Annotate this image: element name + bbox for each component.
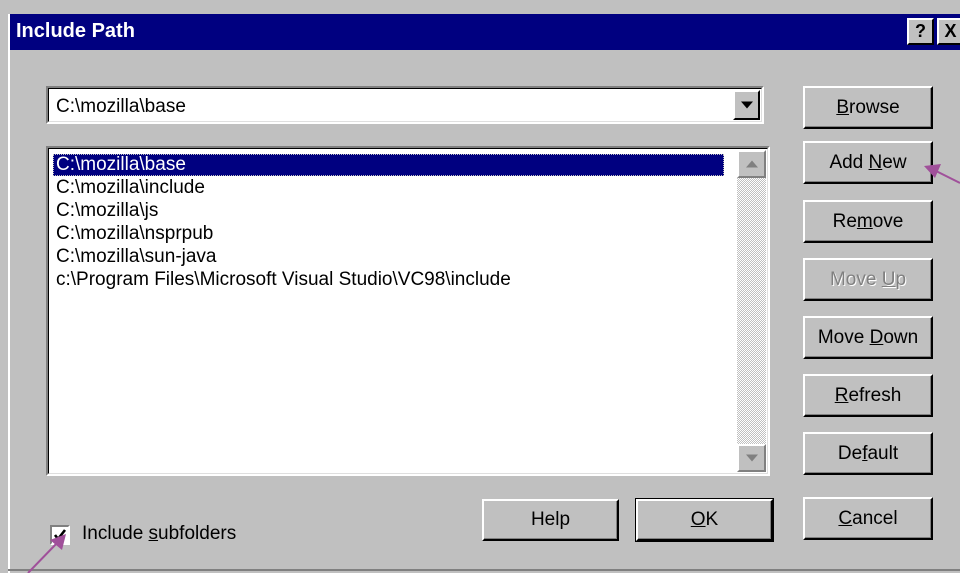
checkmark-icon [53, 529, 67, 542]
help-button[interactable]: Help [482, 499, 619, 541]
default-button[interactable]: Default [803, 432, 933, 475]
move-down-button-label: Move Down [805, 327, 931, 349]
title-bar[interactable]: Include Path ? X [10, 14, 960, 50]
list-item[interactable]: C:\mozilla\nsprpub [53, 223, 213, 245]
dialog-frame-bottom [8, 569, 960, 571]
close-icon: X [944, 21, 957, 41]
arrow-down-icon [745, 454, 758, 462]
accelerator-key: N [868, 151, 883, 173]
help-icon: ? [915, 21, 926, 41]
close-button[interactable]: X [937, 18, 960, 45]
include-subfolders-checkbox[interactable] [50, 525, 70, 545]
dialog-frame-left [8, 14, 10, 573]
label-part: De [837, 442, 863, 464]
help-button-label: Help [530, 509, 571, 530]
move-down-button[interactable]: Move Down [803, 316, 933, 359]
accelerator-key: B [836, 96, 849, 118]
label-part: ancel [852, 507, 898, 529]
accelerator-key: s [148, 523, 159, 544]
list-item[interactable]: C:\mozilla\js [53, 200, 158, 222]
move-up-button[interactable]: Move Up [803, 258, 933, 301]
label-part: Move [817, 326, 870, 348]
accelerator-key: D [869, 326, 884, 348]
label-part: ubfolders [158, 523, 237, 544]
add-new-button[interactable]: Add New [803, 141, 933, 184]
accelerator-key: C [838, 507, 853, 529]
scroll-down-button[interactable] [737, 444, 766, 472]
combo-dropdown-button[interactable] [733, 90, 760, 120]
accelerator-key: m [856, 210, 873, 232]
label-part: Re [832, 210, 857, 232]
move-up-button-label: Move Up [805, 269, 931, 291]
label-part: Add [829, 151, 869, 173]
add-new-button-label: Add New [805, 152, 931, 174]
ok-button-label: OK [638, 509, 771, 531]
label-part: own [883, 326, 919, 348]
vertical-scrollbar[interactable] [737, 150, 766, 472]
list-item[interactable]: C:\mozilla\sun-java [53, 246, 217, 268]
browse-button[interactable]: Browse [803, 86, 933, 129]
scroll-up-button[interactable] [737, 150, 766, 178]
remove-button[interactable]: Remove [803, 200, 933, 243]
accelerator-key: R [834, 384, 849, 406]
include-subfolders-label[interactable]: Include subfolders [82, 523, 236, 545]
refresh-button-label: Refresh [805, 385, 931, 407]
chevron-down-icon [740, 101, 753, 109]
label-part: rowse [849, 96, 900, 118]
ok-button[interactable]: OK [635, 498, 774, 542]
path-combo[interactable]: C:\mozilla\base [46, 86, 764, 124]
browse-button-label: Browse [805, 97, 931, 119]
list-item[interactable]: c:\Program Files\Microsoft Visual Studio… [53, 269, 511, 291]
label-part: p [895, 268, 907, 290]
context-help-button[interactable]: ? [907, 18, 934, 45]
include-path-dialog: Include Path ? X C:\mozilla\base C:\mozi… [0, 0, 960, 573]
accelerator-key: O [690, 509, 706, 530]
cancel-button-label: Cancel [805, 508, 931, 530]
default-button-label: Default [805, 443, 931, 465]
list-item[interactable]: C:\mozilla\base [53, 154, 724, 176]
include-path-list[interactable]: C:\mozilla\base C:\mozilla\include C:\mo… [46, 146, 770, 476]
window-title: Include Path [16, 20, 135, 42]
refresh-button[interactable]: Refresh [803, 374, 933, 417]
remove-button-label: Remove [805, 211, 931, 233]
list-item[interactable]: C:\mozilla\include [53, 177, 205, 199]
cancel-button[interactable]: Cancel [803, 497, 933, 540]
label-part: Move [829, 268, 882, 290]
label-part: ove [872, 210, 904, 232]
label-part: Include [82, 523, 149, 544]
label-part: ew [882, 151, 907, 173]
label-part: efresh [848, 384, 902, 406]
arrow-up-icon [745, 160, 758, 168]
accelerator-key: U [881, 268, 896, 290]
path-combo-value[interactable]: C:\mozilla\base [56, 96, 186, 118]
label-part: ault [867, 442, 899, 464]
label-part: K [705, 509, 719, 530]
